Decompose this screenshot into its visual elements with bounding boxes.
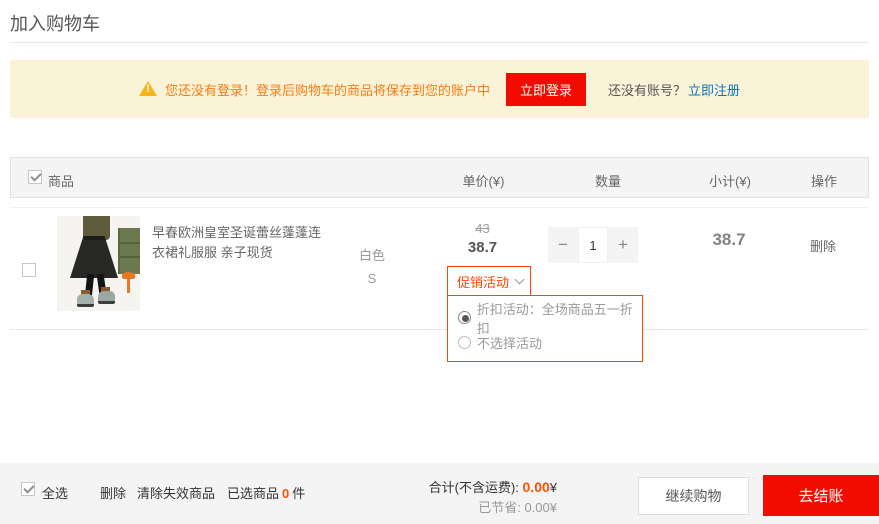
header-product: 商品 — [48, 171, 74, 190]
promotion-dropdown-panel: 折扣活动：全场商品五一折扣 不选择活动 — [447, 295, 643, 362]
radio-selected-icon[interactable] — [458, 311, 471, 324]
saved-label: 已节省: — [478, 500, 524, 515]
total-value: 0.00 — [523, 479, 550, 495]
quantity-increase-button[interactable]: + — [608, 227, 638, 263]
quantity-input[interactable] — [578, 227, 608, 263]
no-account-text: 还没有账号？ — [608, 80, 686, 99]
cart-page: 加入购物车 您还没有登录！登录后购物车的商品将保存到您的账户中 立即登录 还没有… — [0, 0, 879, 524]
warning-triangle-icon — [139, 81, 157, 97]
item-subtotal: 38.7 — [686, 230, 772, 250]
header-subtotal: 小计(¥) — [687, 171, 773, 190]
selected-count-unit: 件 — [292, 486, 305, 501]
item-delete-link[interactable]: 删除 — [796, 236, 850, 255]
saved-line: 已节省: 0.00¥ — [407, 498, 557, 518]
continue-shopping-button[interactable]: 继续购物 — [638, 477, 749, 515]
cart-item-row: 早春欧洲皇室圣诞蕾丝蓬蓬连衣裙礼服服 亲子现货 白色 S 43 38.7 − +… — [10, 207, 869, 330]
cart-footer-bar: 全选 删除 清除失效商品 已选商品0件 合计(不含运费): 0.00¥ 已节省:… — [0, 463, 879, 524]
checkout-button[interactable]: 去结账 — [763, 475, 879, 516]
image-stool-shape — [122, 272, 135, 279]
page-title: 加入购物车 — [10, 10, 100, 36]
product-image[interactable] — [57, 216, 140, 311]
header-action: 操作 — [797, 171, 851, 190]
sku-color: 白色 — [327, 244, 417, 267]
selected-count-label: 已选商品 — [227, 486, 279, 501]
item-checkbox[interactable] — [22, 263, 36, 277]
sku-size: S — [327, 267, 417, 290]
login-warning-text: 您还没有登录！登录后购物车的商品将保存到您的账户中 — [165, 80, 490, 99]
original-price: 43 — [440, 220, 525, 238]
promotion-label: 促销活动 — [457, 272, 509, 291]
saved-value: 0.00¥ — [524, 500, 557, 515]
title-divider — [10, 42, 869, 43]
sku-info: 白色 S — [327, 244, 417, 290]
image-boot-shape — [98, 291, 115, 304]
total-line: 合计(不含运费): 0.00¥ — [407, 477, 557, 498]
footer-delete-link[interactable]: 删除 — [100, 483, 126, 502]
radio-unselected-icon[interactable] — [458, 336, 471, 349]
promotion-option-discount[interactable]: 折扣活动：全场商品五一折扣 — [458, 305, 642, 330]
cart-table-header: 商品 单价(¥) 数量 小计(¥) 操作 — [10, 157, 869, 198]
total-currency: ¥ — [550, 480, 557, 495]
selected-count-text: 已选商品0件 — [227, 483, 305, 502]
chevron-down-icon — [515, 275, 525, 285]
current-price: 38.7 — [440, 238, 525, 257]
selected-count-value: 0 — [282, 486, 289, 501]
unit-price-cell: 43 38.7 — [440, 220, 525, 257]
quantity-stepper: − + — [548, 227, 638, 263]
promotion-option-label: 不选择活动 — [477, 333, 542, 352]
header-quantity: 数量 — [580, 171, 636, 190]
login-now-button[interactable]: 立即登录 — [506, 73, 586, 106]
header-unit-price: 单价(¥) — [441, 171, 526, 190]
select-all-label[interactable]: 全选 — [42, 483, 68, 502]
quantity-decrease-button[interactable]: − — [548, 227, 578, 263]
image-skirt-shape — [70, 236, 118, 278]
total-label: 合计(不含运费): — [429, 480, 523, 495]
login-warning-banner: 您还没有登录！登录后购物车的商品将保存到您的账户中 立即登录 还没有账号？ 立即… — [10, 60, 869, 118]
footer-select-all-checkbox[interactable] — [21, 482, 35, 496]
product-title-link[interactable]: 早春欧洲皇室圣诞蕾丝蓬蓬连衣裙礼服服 亲子现货 — [152, 223, 324, 263]
image-cabinet-shape — [118, 228, 140, 274]
image-boot-shape — [77, 294, 94, 307]
header-select-all-checkbox[interactable] — [28, 170, 42, 184]
promotion-dropdown-toggle[interactable]: 促销活动 — [447, 266, 531, 296]
clear-invalid-link[interactable]: 清除失效商品 — [137, 483, 215, 502]
register-now-link[interactable]: 立即注册 — [688, 80, 740, 99]
totals-block: 合计(不含运费): 0.00¥ 已节省: 0.00¥ — [407, 477, 557, 518]
promotion-option-label: 折扣活动：全场商品五一折扣 — [477, 299, 642, 337]
